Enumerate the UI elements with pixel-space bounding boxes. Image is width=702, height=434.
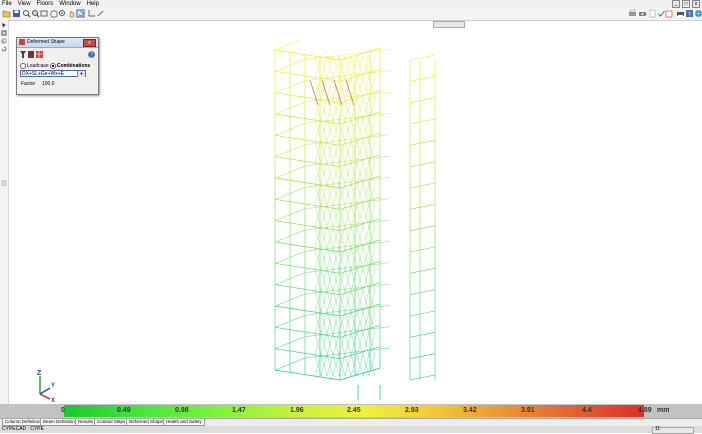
tab-deformed-shape[interactable]: Deformed Shape — [126, 419, 167, 426]
zoom-all-icon[interactable] — [31, 9, 40, 18]
combination-select[interactable]: DX+SL+Ge+Wx+E ▼ — [20, 70, 86, 77]
window-controls: _ □ x — [672, 0, 700, 8]
menu-view[interactable]: View — [18, 0, 31, 8]
minimize-button[interactable]: _ — [672, 0, 680, 8]
menu-file[interactable]: File — [2, 0, 12, 8]
panel-close-button[interactable]: x — [83, 39, 96, 47]
save-icon[interactable] — [12, 9, 21, 18]
axes-icon[interactable] — [87, 9, 96, 18]
svg-text:?: ? — [688, 12, 691, 18]
panel-title: Deformed Shape — [27, 39, 65, 45]
legend-value: 4.89 — [638, 407, 652, 414]
factor-label: Factor — [21, 81, 36, 87]
menu-floors[interactable]: Floors — [37, 0, 54, 8]
help-icon[interactable]: ? — [88, 51, 95, 58]
globe-icon[interactable] — [694, 9, 702, 18]
zoom-previous-icon[interactable] — [40, 9, 49, 18]
legend-value: 4.4 — [582, 407, 592, 414]
top-scroll-handle[interactable] — [433, 21, 465, 28]
tab-beam-definition[interactable]: Beam Definition — [40, 419, 78, 426]
menu-help[interactable]: Help — [87, 0, 99, 8]
legend-value: 1.47 — [232, 407, 246, 414]
status-number: 11 — [655, 426, 661, 432]
legend-value: 1.96 — [290, 407, 304, 414]
rotate-icon[interactable] — [1, 46, 7, 52]
radio-combinations-label: Combinations — [57, 63, 91, 69]
radio-loadcase[interactable]: Loadcase — [20, 63, 49, 69]
radio-loadcase-indicator — [20, 63, 26, 69]
bottom-tabs: Column Definition Beam Definition Result… — [0, 418, 702, 426]
zoom-window-icon[interactable] — [22, 9, 31, 18]
combination-value: DX+SL+Ge+Wx+E — [22, 71, 64, 77]
view-3d-icon[interactable] — [49, 9, 58, 18]
svg-text:?: ? — [90, 53, 93, 58]
side-collapse-icon[interactable] — [1, 180, 7, 186]
close-button[interactable]: x — [692, 0, 700, 8]
menu-window[interactable]: Window — [59, 0, 80, 8]
chevron-down-icon[interactable]: ▼ — [77, 71, 85, 77]
axis-indicator: Z Y X — [37, 370, 55, 402]
camera-icon[interactable] — [638, 9, 647, 18]
app-icon — [19, 39, 25, 45]
deformed-shape-panel: Deformed Shape x ? Loadcase Combinations… — [16, 37, 99, 95]
legend-value: 0.49 — [117, 407, 131, 414]
tab-health-and-safety[interactable]: Health and Safety — [163, 419, 205, 426]
print-icon[interactable] — [628, 9, 637, 18]
vertical-toolbar — [0, 20, 9, 405]
legend-value: 0 — [61, 407, 65, 414]
restore-button[interactable]: □ — [682, 0, 690, 8]
status-text: CYPECAD : CYPE — [2, 426, 44, 432]
legend-value: 0.98 — [175, 407, 189, 414]
radio-combinations-indicator — [50, 63, 56, 69]
table-icon[interactable] — [36, 51, 43, 58]
pan-hand-icon[interactable] — [67, 9, 76, 18]
building-model-view[interactable] — [270, 40, 445, 400]
legend-value: 3.91 — [521, 407, 535, 414]
rotate-view-icon[interactable] — [76, 9, 85, 18]
tab-results[interactable]: Results — [75, 419, 97, 426]
zoom-in-icon[interactable] — [58, 9, 67, 18]
copy-icon[interactable] — [1, 38, 7, 44]
menu-bar: File View Floors Window Help — [0, 0, 702, 8]
tab-contour-maps[interactable]: Contour Maps — [94, 419, 129, 426]
tab-column-definition[interactable]: Column Definition — [2, 419, 44, 426]
select-icon[interactable] — [1, 22, 7, 28]
status-bar: CYPECAD : CYPE 11 — [0, 426, 702, 434]
radio-loadcase-label: Loadcase — [27, 63, 49, 69]
measure-icon[interactable] — [96, 9, 105, 18]
export-icon[interactable] — [665, 9, 674, 18]
toolbar — [0, 8, 702, 21]
printer-icon[interactable] — [676, 9, 685, 18]
legend-value: 2.45 — [347, 407, 361, 414]
axis-y-label: Y — [51, 383, 55, 389]
filter-icon[interactable] — [20, 51, 26, 58]
factor-value[interactable]: 100.0 — [42, 81, 55, 87]
legend-unit: mm — [657, 407, 670, 414]
layers-icon[interactable] — [1, 30, 7, 36]
open-icon[interactable] — [2, 9, 11, 18]
panel-titlebar[interactable]: Deformed Shape x — [17, 38, 98, 48]
settings-icon[interactable] — [28, 51, 34, 58]
legend-value: 3.42 — [463, 407, 477, 414]
help-book-icon[interactable]: ? — [685, 9, 694, 18]
radio-combinations[interactable]: Combinations — [50, 63, 90, 69]
axis-z-label: Z — [37, 370, 42, 377]
legend-value: 2.93 — [405, 407, 419, 414]
axis-x-label: X — [51, 398, 55, 402]
document-icon[interactable] — [648, 9, 657, 18]
